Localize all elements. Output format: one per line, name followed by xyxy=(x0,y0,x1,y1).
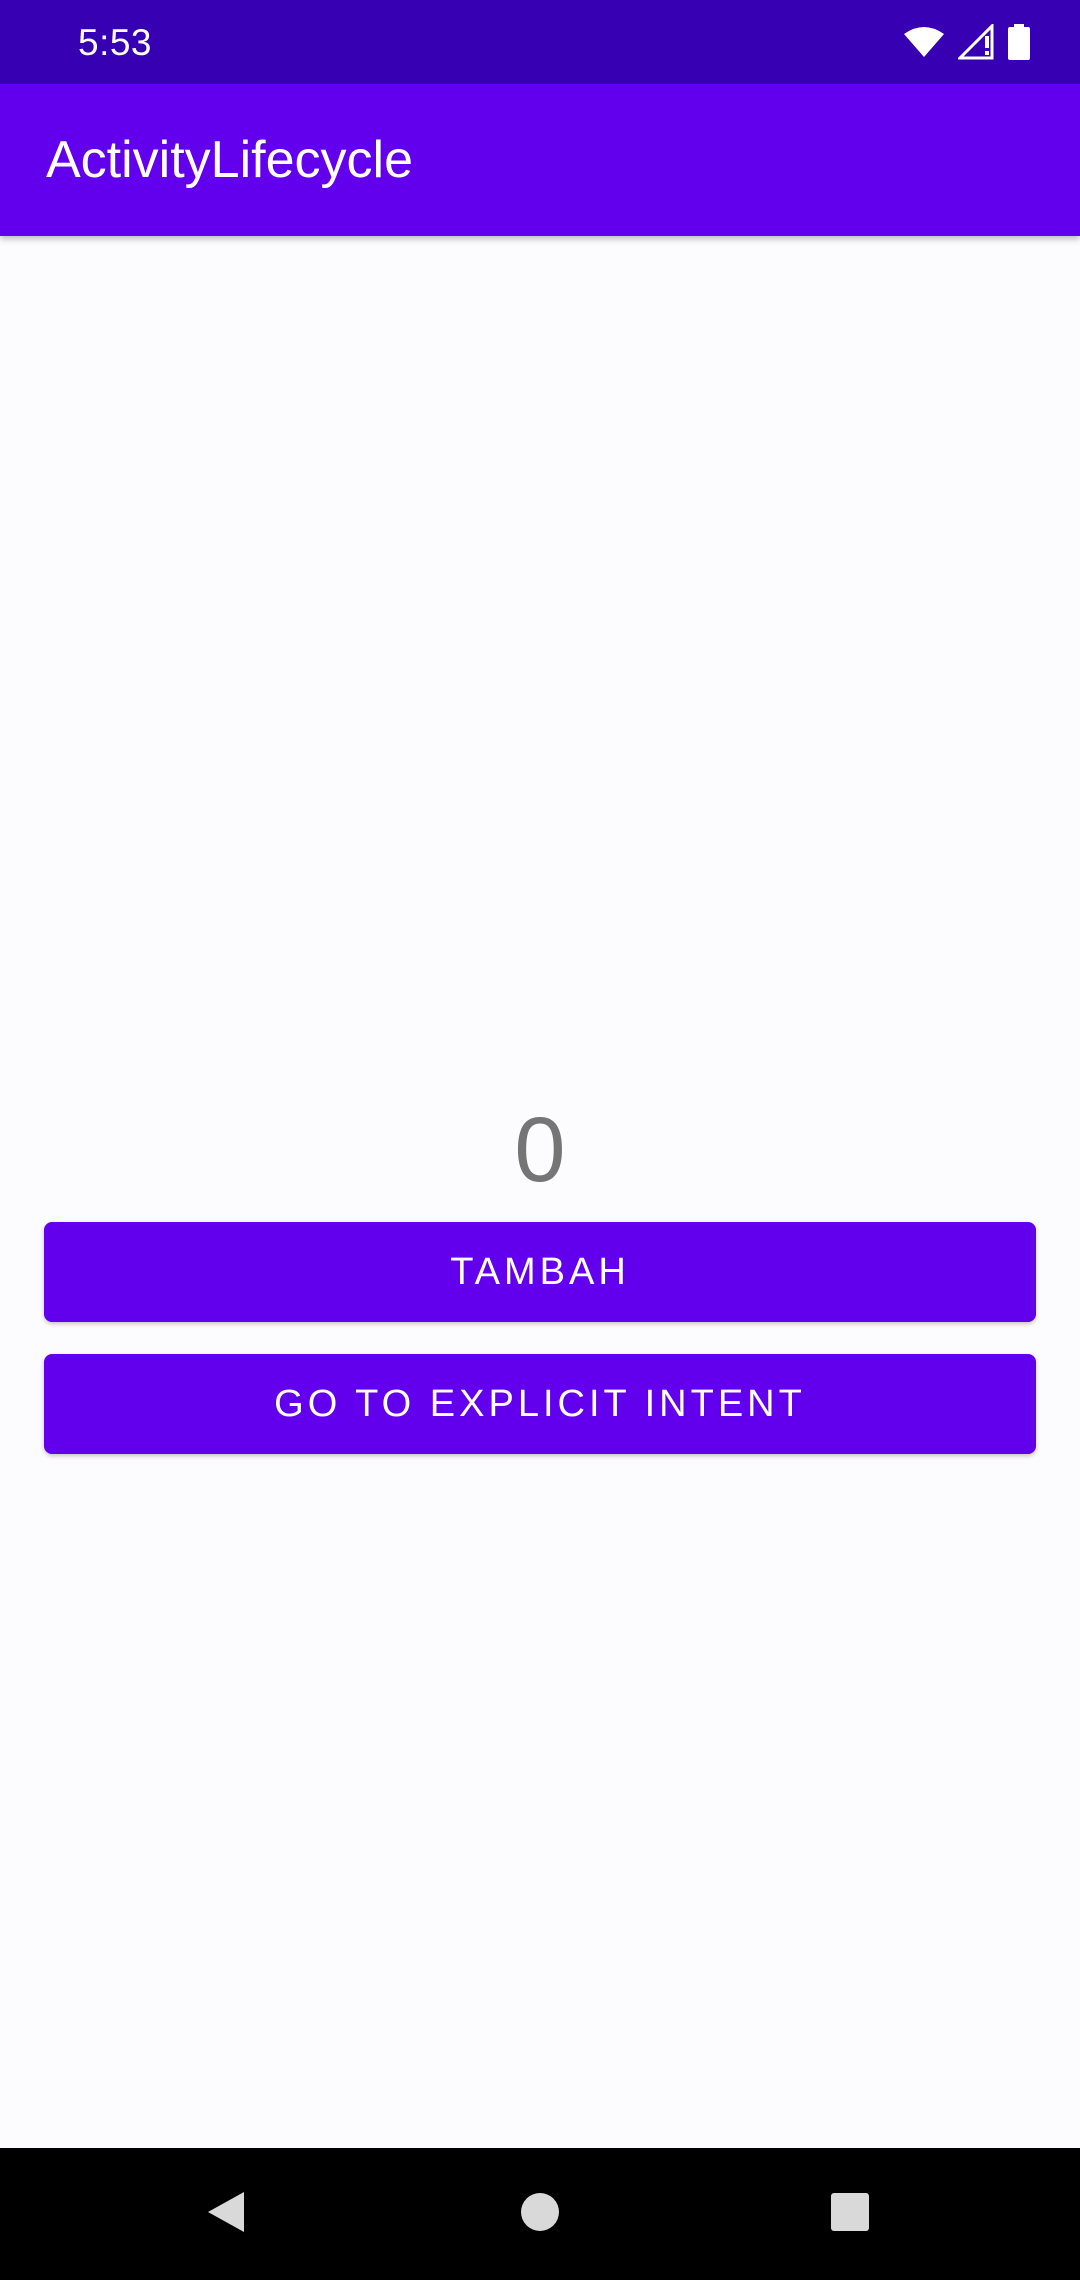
back-button[interactable] xyxy=(196,2184,256,2244)
back-icon xyxy=(206,2190,246,2239)
wifi-icon xyxy=(904,26,944,58)
tambah-button[interactable]: TAMBAH xyxy=(44,1222,1036,1322)
cell-signal-icon xyxy=(958,24,994,60)
explicit-intent-button[interactable]: GO TO EXPLICIT INTENT xyxy=(44,1354,1036,1454)
app-title: ActivityLifecycle xyxy=(46,131,413,189)
screen: 5:53 ActivityLifecycle 0 TAMBAH GO TO EX… xyxy=(0,0,1080,2280)
home-icon xyxy=(519,2191,561,2238)
battery-icon xyxy=(1008,24,1030,60)
navigation-bar xyxy=(0,2148,1080,2280)
status-bar: 5:53 xyxy=(0,0,1080,84)
recents-button[interactable] xyxy=(820,2184,880,2244)
recents-icon xyxy=(830,2192,870,2237)
home-button[interactable] xyxy=(510,2184,570,2244)
app-bar: ActivityLifecycle xyxy=(0,84,1080,236)
status-icons xyxy=(904,22,1030,62)
counter-text: 0 xyxy=(514,1099,566,1201)
status-time: 5:53 xyxy=(78,22,153,63)
